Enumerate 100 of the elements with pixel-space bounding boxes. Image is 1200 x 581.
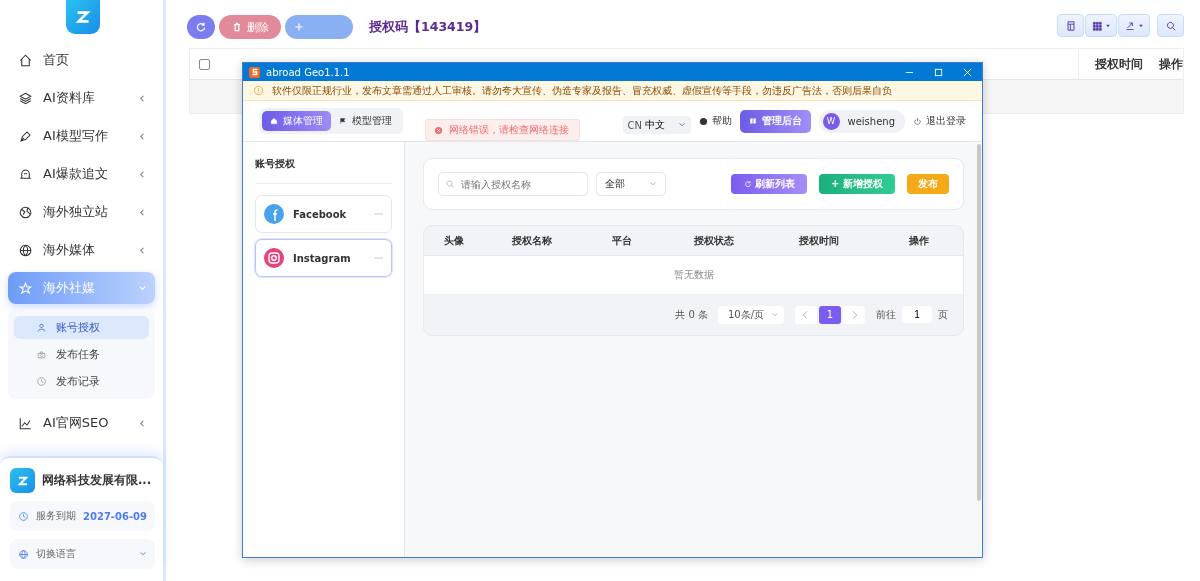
search-field[interactable]: 请输入授权名称 [438,172,588,196]
select-all-checkbox[interactable] [199,58,210,70]
caret-icon [1105,22,1111,29]
search-icon [445,179,455,189]
menu-item[interactable]: 海外媒体 [8,234,155,266]
grid-icon [1091,19,1103,32]
maximize-button[interactable] [934,67,943,77]
error-icon [434,125,443,135]
trash-icon [231,21,243,33]
refresh-icon [195,21,207,33]
submenu-item[interactable]: 账号授权 [14,316,149,339]
plus-icon [293,21,305,33]
warning-text: 软件仅限正规行业，发布文章需通过人工审核。请勿夸大宣传、伪造专家及报告、冒充权威、虚假宣传等手段，勿违反广告法，否则后果自负 [272,84,892,97]
flag-icon [339,117,347,125]
refresh-button[interactable] [187,15,215,39]
menu-icon [18,280,33,296]
column-header: 授权名称 [510,233,553,248]
menu-item[interactable]: AI模型写作 [8,120,155,152]
submenu-item[interactable]: 发布记录 [14,370,149,393]
auth-code: 授权码【143419】 [369,18,487,36]
service-date: 2027-06-09 [83,510,147,522]
user-chip[interactable]: W weisheng [818,109,905,133]
page-unit: 页 [938,307,948,322]
submenu-item[interactable]: 发布任务 [14,343,149,366]
export-tool-button[interactable] [1118,14,1150,37]
chevron-left-icon [138,207,147,217]
page-button[interactable]: 1 [819,305,841,324]
menu-icon [18,166,33,182]
column-header: 授权状态 [693,233,735,248]
power-icon [913,116,922,126]
menu-item[interactable]: AI爆款追文 [8,158,155,190]
close-button[interactable] [963,67,972,77]
chevron-left-icon [138,93,147,103]
home-icon [270,117,278,125]
column-header: 授权时间 [798,233,840,248]
user-avatar: W [822,112,840,130]
window-title: abroad Geo1.1.1 [266,66,350,78]
menu-item[interactable]: AI官网SEO [8,407,155,439]
submenu-icon [36,376,47,387]
menu-icon [18,242,33,258]
search-tool-button[interactable] [1157,14,1184,37]
status-select[interactable]: 全部 [596,172,666,196]
column-header: 头像 [443,233,465,248]
company-name: 网络科技发展有限... [42,473,152,488]
menu-icon [18,90,33,106]
table-tool-button[interactable] [1057,14,1084,37]
user-name: weisheng [847,115,895,127]
app-icon [249,66,260,78]
refresh-icon [743,180,752,188]
export-icon [1124,19,1136,32]
logout-button[interactable]: 退出登录 [913,114,966,128]
submenu-icon [36,349,47,360]
column-header: 操作 [907,233,930,248]
add-button[interactable] [285,15,353,39]
platform-card[interactable]: Instagram [255,239,392,277]
page-input[interactable]: 1 [902,306,932,323]
grid-tool-button[interactable] [1085,14,1117,37]
menu-item[interactable]: 首页 [8,44,155,76]
chevron-down-icon [677,121,686,129]
chevron-left-icon [138,418,147,428]
menu-icon [18,52,33,68]
tab[interactable]: 模型管理 [331,111,400,131]
menu-icon [18,204,33,220]
help-link[interactable]: 帮助 [698,114,732,128]
globe-icon [18,548,29,560]
language-select[interactable]: CN 中文 [622,116,691,134]
menu-item[interactable]: 海外独立站 [8,196,155,228]
empty-message: 暂无数据 [673,268,714,282]
chevron-down-icon [138,283,147,293]
tab[interactable]: 媒体管理 [262,111,331,131]
column-header: 授权时间 [1078,49,1159,79]
panel-title: 账号授权 [255,142,392,184]
search-icon [1164,19,1177,32]
scrollbar[interactable] [977,144,981,501]
table-icon [1064,19,1077,32]
chevron-left-icon [138,131,147,141]
chevron-down-icon [771,310,779,319]
language-menu-item[interactable]: 切换语言 [10,539,155,569]
clock-icon [18,510,29,522]
book-icon [748,117,757,125]
error-toast: 网络错误，请检查网络连接 [425,119,580,141]
submenu-icon [36,322,47,333]
platform-card[interactable]: Facebook [255,195,392,233]
column-header: 平台 [610,233,633,248]
total-count: 共 0 条 [675,307,708,322]
column-header: 操作 [1159,56,1183,72]
chevron-left-icon [138,169,147,179]
chevron-left-icon [138,245,147,255]
instagram-icon [264,248,284,268]
menu-item[interactable]: AI资料库 [8,82,155,114]
company-logo [10,468,35,493]
facebook-icon [264,204,284,224]
chevron-down-icon [139,550,147,558]
admin-button[interactable]: 管理后台 [739,109,811,133]
caret-icon [1138,22,1144,29]
menu-icon [18,415,33,431]
page-size-select[interactable]: 10条/页 [718,305,784,324]
goto-label: 前往 [876,307,896,322]
warning-icon [253,85,264,96]
service-label: 服务到期 [36,509,77,523]
